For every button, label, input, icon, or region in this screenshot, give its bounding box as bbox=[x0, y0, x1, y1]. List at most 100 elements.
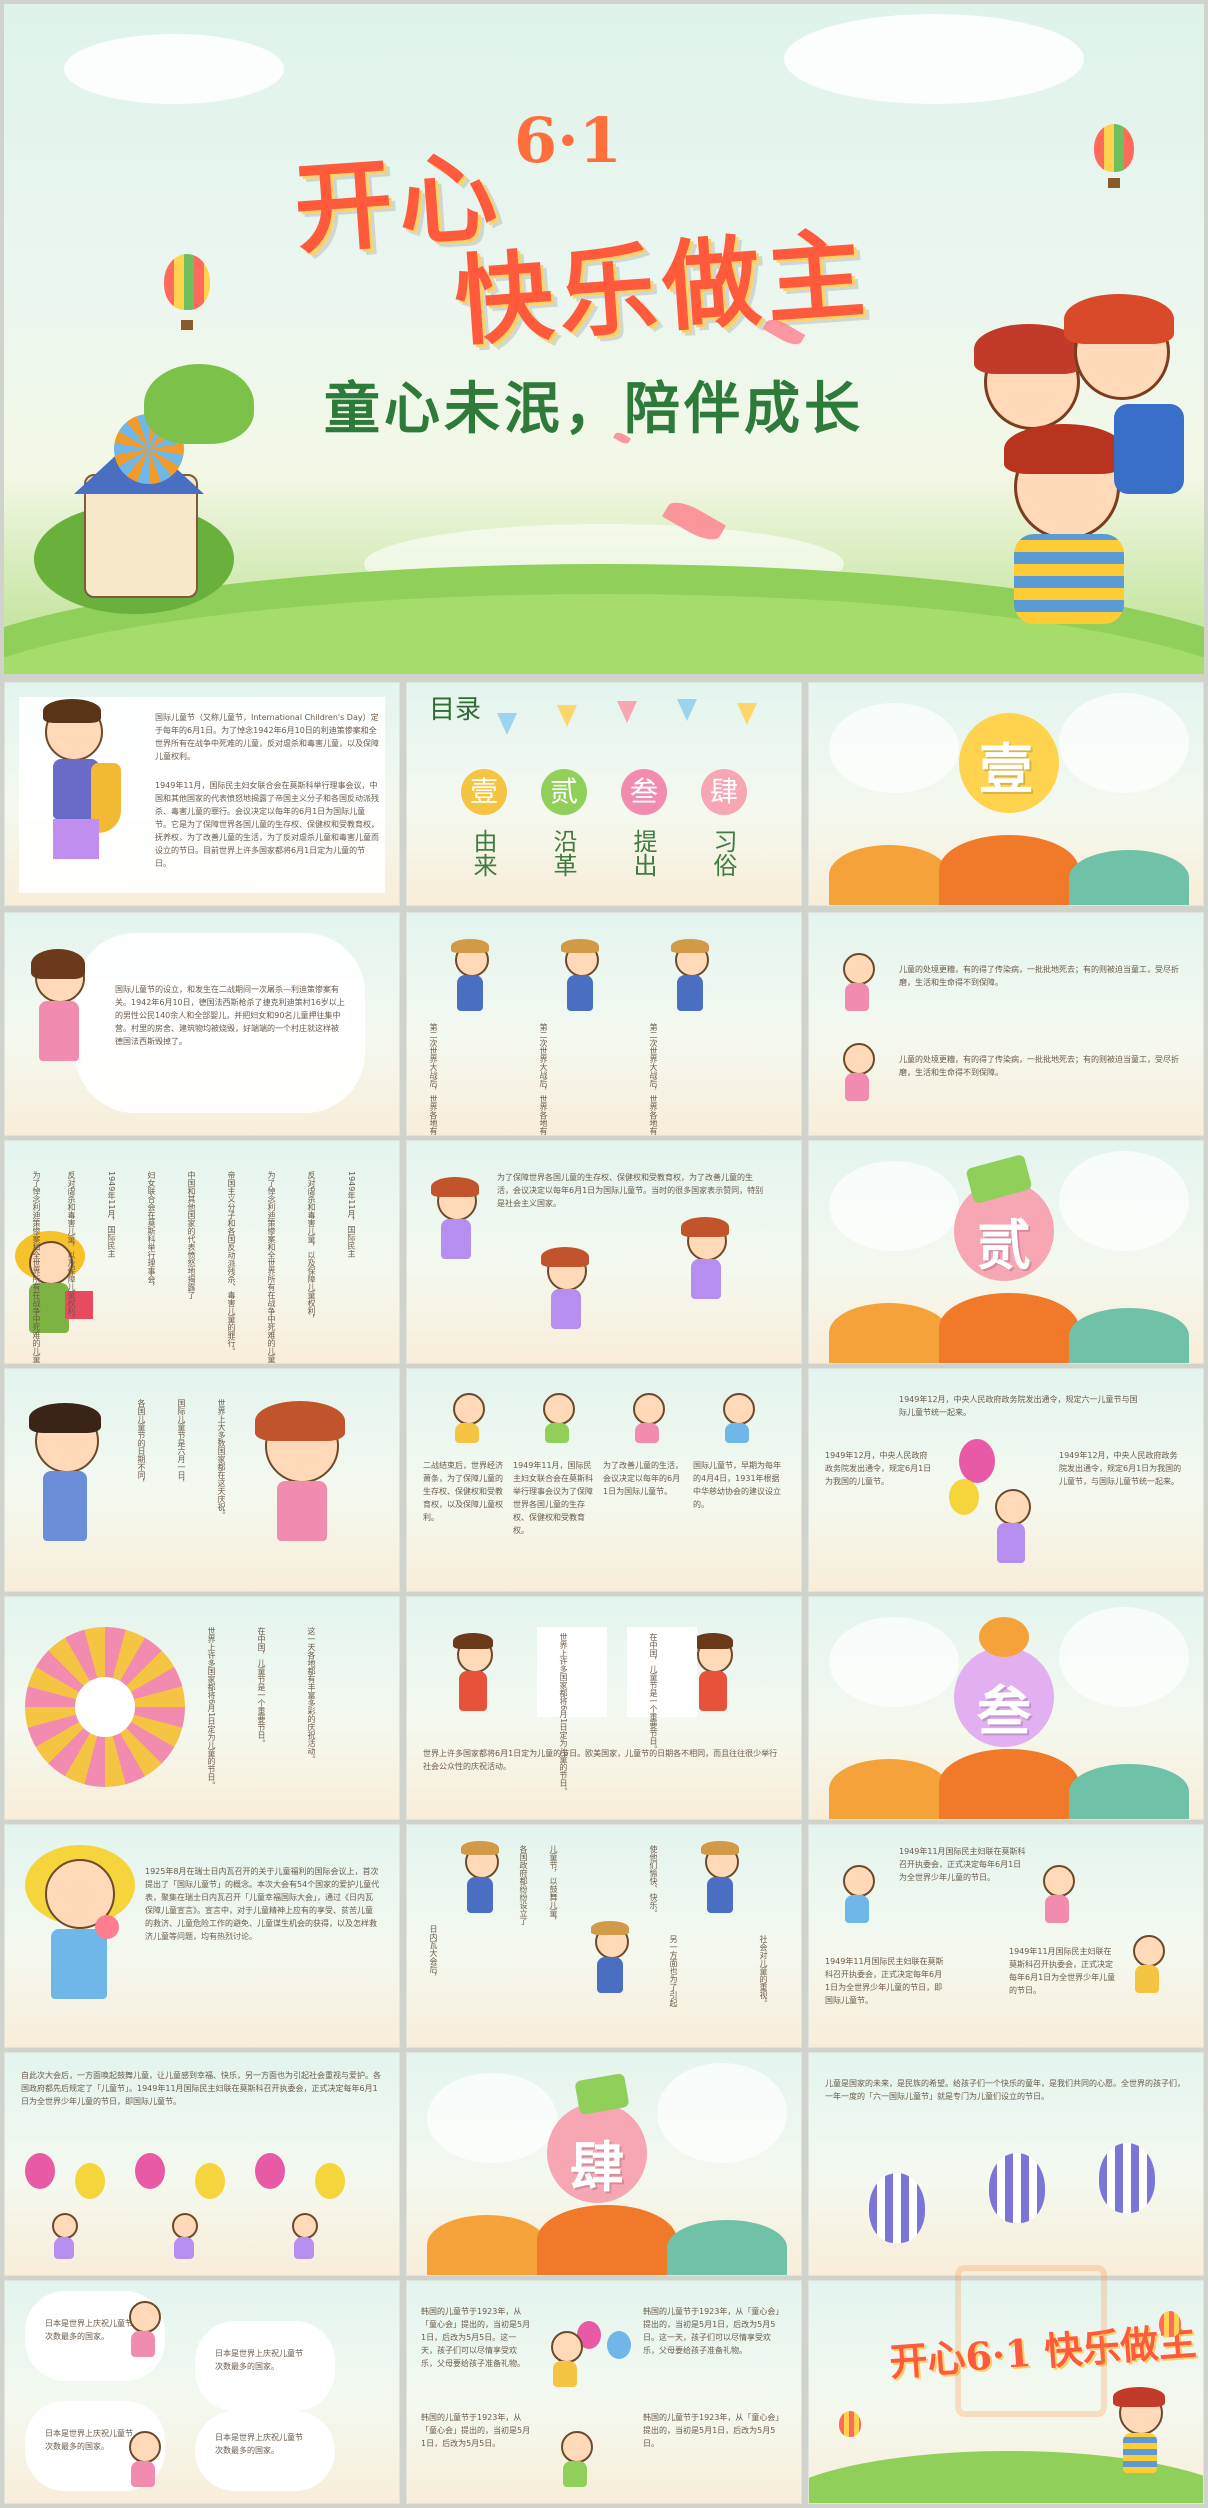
dates-column-2: 国际儿童节是六月一日， bbox=[177, 1399, 186, 1487]
castle-cloud bbox=[829, 1161, 959, 1251]
hot-air-balloon-icon bbox=[164, 254, 210, 310]
saxophone-kid-illustration bbox=[25, 699, 145, 893]
aftermath-column-2: 第二次世界大战后，世界各地有许多儿童死亡，或生活在饥饿和疾病中。 bbox=[537, 1023, 550, 1135]
children-illustration bbox=[1109, 2387, 1189, 2491]
column-text-6: 帝国主义分子和各国反动派残杀、毒害儿童的罪行。 bbox=[227, 1171, 236, 1355]
toc-item-1-number[interactable]: 壹 bbox=[461, 769, 507, 815]
bunting-flag bbox=[677, 699, 697, 721]
dancing-girl-illustration bbox=[427, 1177, 487, 1281]
balloon-icon bbox=[315, 2163, 345, 2199]
korea-paragraph-3: 韩国的儿童节于1923年，从「童心会」提出的，当初是5月1日，后改为5月5日。 bbox=[421, 2413, 531, 2448]
conference-paragraph: 1925年8月在瑞士日内瓦召开的关于儿童福利的国际会议上，首次提出了「国际儿童节… bbox=[145, 1867, 380, 1941]
guitar-boy-illustration bbox=[667, 939, 717, 1023]
cover-slide: 开心 6·1 快乐做主 童心未泯，陪伴成长 bbox=[4, 4, 1204, 674]
protection-paragraph: 为了保障世界各国儿童的生存权、保健权和受教育权，为了改善儿童的生活，会议决定以每… bbox=[497, 1173, 764, 1208]
toc-item-3-label[interactable]: 提出 bbox=[629, 829, 657, 877]
cover-subtitle: 童心未泯，陪伴成长 bbox=[324, 377, 864, 442]
castle-cloud bbox=[1059, 1151, 1189, 1251]
cloud bbox=[784, 14, 1084, 104]
column-paragraph-2: 1949年11月，国际民主妇女联合会在莫斯科举行理事会议为了保障世界各国儿童的生… bbox=[513, 1461, 593, 1535]
cover-title-number: 6·1 bbox=[514, 104, 622, 177]
japan-paragraph-2: 日本是世界上庆祝儿童节次数最多的国家。 bbox=[215, 2349, 303, 2371]
cover-title-line2: 快乐做主 bbox=[451, 216, 875, 361]
guitar-boy-illustration bbox=[457, 1841, 507, 1925]
castle-cloud bbox=[829, 1617, 959, 1707]
observance-paragraph: 世界上许多国家都将6月1日定为儿童的节日。欧美国家，儿童节的日期各不相同，而且往… bbox=[423, 1749, 778, 1771]
toc-item-3-number[interactable]: 叁 bbox=[621, 769, 667, 815]
text-card bbox=[627, 1627, 697, 1717]
child-illustration bbox=[547, 2331, 587, 2391]
slide-four-columns: 二战结束后，世界经济萧条，为了保障儿童的生存权、保健权和受教育权，以及保障儿童权… bbox=[406, 1368, 802, 1592]
section-number: 贰 bbox=[977, 1214, 1031, 1277]
child-illustration bbox=[627, 1393, 667, 1443]
column-text-7: 为了悼念利迪策惨案和全世界所有在战争中死难的儿童， bbox=[267, 1171, 276, 1364]
circle-column-1: 世界上许多国家都将6月1日定为儿童的节日。 bbox=[207, 1627, 216, 1790]
toc-item-1-label[interactable]: 由来 bbox=[469, 829, 497, 877]
girl-illustration bbox=[839, 953, 879, 1013]
after-column-3: 儿童节，以鼓舞儿童， bbox=[549, 1845, 558, 1925]
toc-item-2-number[interactable]: 贰 bbox=[541, 769, 587, 815]
castle-cloud bbox=[1059, 1607, 1189, 1707]
hot-air-balloon-icon bbox=[869, 2173, 925, 2243]
slide-section-two: 贰 bbox=[808, 1140, 1204, 1364]
intro-paragraph-2: 1949年11月，国际民主妇女联合会在莫斯科举行理事会议，中国和其他国家的代表愤… bbox=[155, 781, 379, 868]
balloon-basket bbox=[1108, 178, 1120, 188]
slide-hot-air-balloons: 儿童是国家的未来，是民族的希望。给孩子们一个快乐的童年，是我们共同的心愿。全世界… bbox=[808, 2052, 1204, 2276]
girl-waving-illustration bbox=[25, 1403, 115, 1569]
toc-item-4-number[interactable]: 肆 bbox=[701, 769, 747, 815]
conditions-paragraph-2: 儿童的处境更糟，有的得了传染病，一批批地死去；有的则被迫当童工，受尽折磨，生活和… bbox=[899, 1055, 1179, 1077]
floating-island bbox=[144, 364, 254, 444]
column-text-5: 中国和其他国家的代表愤怒地揭露了 bbox=[187, 1171, 196, 1299]
column-text-2: 反对虐杀和毒害儿童，以及保障儿童权利， bbox=[67, 1171, 76, 1323]
aftermath-column-1: 第二次世界大战后，世界各地有许多儿童死亡，或生活在饥饿和疾病中。 bbox=[427, 1023, 440, 1135]
circle-column-3: 这一天各地都有丰富多彩的庆祝活动。 bbox=[307, 1627, 316, 1763]
girl-illustration bbox=[447, 1633, 507, 1737]
watermark-stamp bbox=[955, 2265, 1107, 2417]
balloon-icon bbox=[959, 1439, 995, 1483]
slide-1949-moscow: 1949年11月国际民主妇联在莫斯科召开执委会，正式决定每年6月1日为全世界少年… bbox=[808, 1824, 1204, 2048]
children-illustration bbox=[944, 294, 1204, 654]
column-text-9: 1949年11月，国际民主 bbox=[347, 1171, 356, 1258]
future-paragraph: 儿童是国家的未来，是民族的希望。给孩子们一个快乐的童年，是我们共同的心愿。全世界… bbox=[825, 2079, 1185, 2101]
after-column-6: 社会对儿童的重视。 bbox=[759, 1935, 768, 2007]
bunting-flag bbox=[497, 713, 517, 735]
column-paragraph-4: 国际儿童节，早期为每年的4月4日，1931年根据中华慈幼协会的建议设立的。 bbox=[693, 1461, 781, 1509]
mushroom-houses-illustration bbox=[809, 1283, 1203, 1363]
observance-column-1: 世界上许多国家都将6月1日定为儿童的节日。 bbox=[557, 1633, 570, 1795]
balloon-icon bbox=[949, 1479, 979, 1515]
guitar-boy-illustration bbox=[557, 939, 607, 1023]
column-text-8: 反对虐杀和毒害儿童，以及保障儿童权利， bbox=[307, 1171, 316, 1323]
girl-with-flower-illustration bbox=[25, 1845, 135, 2035]
moscow-paragraph-1: 1949年11月国际民主妇联在莫斯科召开执委会，正式决定每年6月1日为全世界少年… bbox=[899, 1847, 1026, 1882]
child-illustration bbox=[447, 1393, 487, 1443]
slide-origin: 国际儿童节的设立，和发生在二战期间一次屠杀—利迪策惨案有关。1942年6月10日… bbox=[4, 912, 400, 1136]
girl-reading-illustration bbox=[1129, 1935, 1169, 1995]
balloon-icon bbox=[25, 2153, 55, 2189]
slide-after-conference: 日内瓦大会后， 各国政府都纷纷设立了 儿童节，以鼓舞儿童， 使他们愉快、快乐。 … bbox=[406, 1824, 802, 2048]
girl-reading-illustration bbox=[25, 949, 105, 1113]
observance-column-2: 在中国，儿童节是一个重要节日。 bbox=[649, 1633, 658, 1753]
hot-air-balloon-icon bbox=[839, 2411, 861, 2437]
balloons-paragraph: 自此次大会后，一方面唤起鼓舞儿童，让儿童感到幸福、快乐，另一方面也为引起社会重视… bbox=[21, 2071, 381, 2106]
toc-item-4-label[interactable]: 习俗 bbox=[709, 829, 737, 877]
burger-icon bbox=[979, 1617, 1029, 1657]
guitar-boy-illustration bbox=[447, 939, 497, 1023]
slide-section-three: 叁 bbox=[808, 1596, 1204, 1820]
china-paragraph-1: 1949年12月，中央人民政府政务院发出通令，规定六一儿童节与国际儿童节统一起来… bbox=[899, 1395, 1138, 1417]
girl-reading-illustration bbox=[839, 1865, 879, 1925]
child-illustration bbox=[557, 2431, 597, 2491]
column-paragraph-1: 二战结束后，世界经济萧条，为了保障儿童的生存权、保健权和受教育权，以及保障儿童权… bbox=[423, 1461, 503, 1522]
after-column-2: 各国政府都纷纷设立了 bbox=[519, 1845, 528, 1925]
bunting-flag bbox=[557, 705, 577, 727]
hot-air-balloon-icon bbox=[1159, 2311, 1181, 2337]
cloud bbox=[64, 34, 284, 104]
girl-happy-illustration bbox=[255, 1401, 365, 1569]
hot-air-balloon-icon bbox=[989, 2153, 1045, 2223]
slide-dates: 各国儿童节的日期不同， 国际儿童节是六月一日， 世界上大多数国家都在这天庆祝。 bbox=[4, 1368, 400, 1592]
slide-circle-of-children: 世界上许多国家都将6月1日定为儿童的节日。 在中国，儿童节是一个重要节日。 这一… bbox=[4, 1596, 400, 1820]
moscow-paragraph-3: 1949年11月国际民主妇联在莫斯科召开执委会，正式决定每年6月1日为全世界少年… bbox=[1009, 1947, 1116, 1995]
text-card bbox=[537, 1627, 607, 1717]
toc-item-2-label[interactable]: 沿革 bbox=[549, 829, 577, 877]
korea-paragraph-1: 韩国的儿童节于1923年，从「童心会」提出的，当初是5月1日，后改为5月5日。这… bbox=[421, 2307, 531, 2368]
circle-center bbox=[75, 1677, 135, 1737]
